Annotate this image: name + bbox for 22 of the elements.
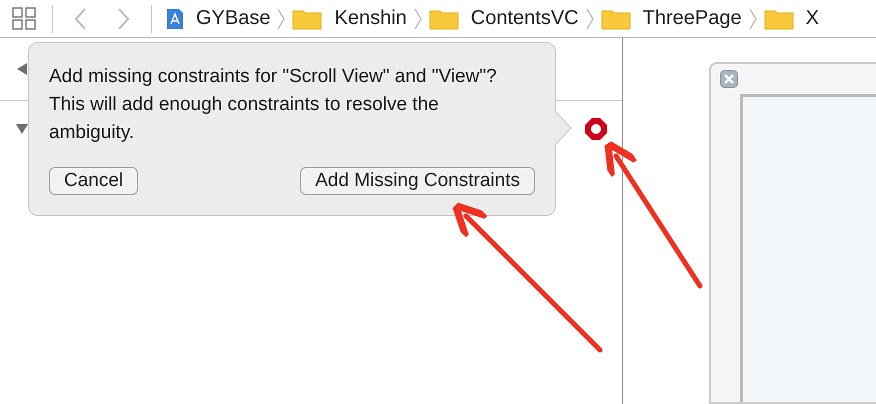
folder-icon (600, 8, 631, 30)
disclosure-triangle-icon[interactable] (16, 123, 28, 135)
folder-icon (292, 8, 322, 30)
dialog-button[interactable]: Add Missing Constraints (300, 167, 535, 195)
folder-icon (764, 8, 794, 30)
breadcrumb-item[interactable]: X (806, 7, 819, 30)
chevron-icon (276, 6, 286, 30)
chevron-icon (748, 6, 758, 30)
close-icon[interactable] (720, 70, 738, 88)
app-icon (166, 8, 184, 30)
grid-icon[interactable] (12, 6, 38, 30)
chevron-icon (584, 6, 595, 30)
folder-icon (428, 8, 459, 30)
chevron-icon (412, 6, 423, 30)
popover-message: Add missing constraints for "Scroll View" and "View"? This will add enough constraints to resolve the ambiguity. (49, 65, 498, 145)
breadcrumb-item[interactable]: GYBase (196, 7, 270, 30)
dialog-button[interactable]: Cancel (49, 167, 138, 195)
breadcrumb-item[interactable]: ContentsVC (470, 7, 579, 30)
disclosure-triangle-icon[interactable] (16, 63, 28, 75)
breadcrumb-item[interactable]: Kenshin (334, 7, 407, 30)
error-icon[interactable] (584, 117, 608, 141)
breadcrumb-item[interactable]: ThreePage (642, 7, 742, 30)
